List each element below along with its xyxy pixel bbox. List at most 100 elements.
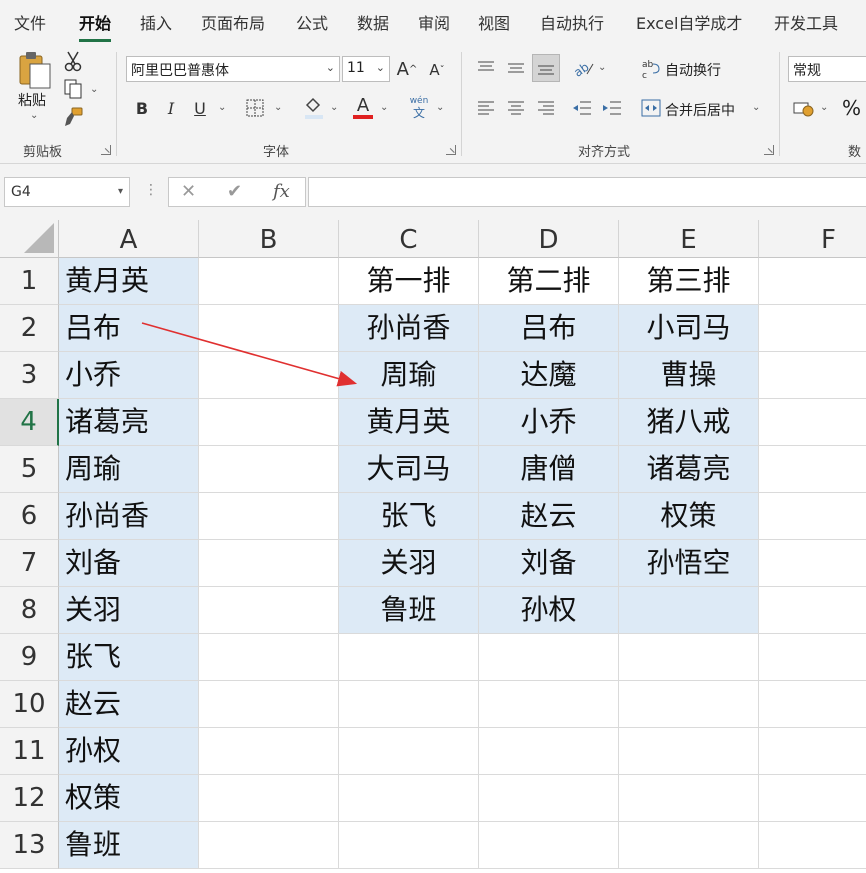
cell-c10[interactable] [339, 681, 479, 728]
cell-d7[interactable]: 刘备 [479, 540, 619, 587]
cell-f12[interactable] [759, 775, 866, 822]
merge-center-icon[interactable] [640, 96, 662, 120]
cell-e10[interactable] [619, 681, 759, 728]
cell-a5[interactable]: 周瑜 [59, 446, 199, 493]
cell-f5[interactable] [759, 446, 866, 493]
font-size-select[interactable]: 11 ⌄ [342, 56, 390, 82]
row-header-6[interactable]: 6 [0, 493, 59, 540]
row-header-5[interactable]: 5 [0, 446, 59, 493]
row-header-7[interactable]: 7 [0, 540, 59, 587]
paste-dropdown-icon[interactable]: ⌄ [30, 110, 38, 121]
align-right-icon[interactable] [534, 96, 558, 120]
cell-a2[interactable]: 吕布 [59, 305, 199, 352]
cell-b1[interactable] [199, 258, 339, 305]
cell-f6[interactable] [759, 493, 866, 540]
row-header-13[interactable]: 13 [0, 822, 59, 869]
cell-b2[interactable] [199, 305, 339, 352]
tab-insert[interactable]: 插入 [140, 10, 172, 34]
cell-a12[interactable]: 权策 [59, 775, 199, 822]
alignment-launcher-icon[interactable] [764, 145, 774, 155]
cell-b11[interactable] [199, 728, 339, 775]
cell-d5[interactable]: 唐僧 [479, 446, 619, 493]
copy-icon[interactable] [62, 78, 84, 100]
drag-handle-icon[interactable]: ⋮ [144, 182, 158, 198]
cell-f4[interactable] [759, 399, 866, 446]
cell-e9[interactable] [619, 634, 759, 681]
select-all-corner[interactable] [0, 220, 59, 258]
cell-c12[interactable] [339, 775, 479, 822]
cell-b13[interactable] [199, 822, 339, 869]
cell-d6[interactable]: 赵云 [479, 493, 619, 540]
increase-font-size-icon[interactable]: A ^ [396, 56, 418, 82]
font-name-select[interactable]: 阿里巴巴普惠体 ⌄ [126, 56, 340, 82]
cell-d12[interactable] [479, 775, 619, 822]
column-header-b[interactable]: B [199, 220, 339, 258]
cell-e8[interactable] [619, 587, 759, 634]
tab-view[interactable]: 视图 [478, 10, 510, 34]
clipboard-launcher-icon[interactable] [101, 145, 111, 155]
tab-developer[interactable]: 开发工具 [774, 10, 838, 34]
cell-b10[interactable] [199, 681, 339, 728]
cell-f1[interactable] [759, 258, 866, 305]
tab-automate[interactable]: 自动执行 [540, 10, 604, 34]
cell-c9[interactable] [339, 634, 479, 681]
cell-a11[interactable]: 孙权 [59, 728, 199, 775]
currency-format-icon[interactable] [792, 96, 816, 120]
row-header-9[interactable]: 9 [0, 634, 59, 681]
decrease-font-size-icon[interactable]: Aˇ [426, 58, 448, 82]
cell-d2[interactable]: 吕布 [479, 305, 619, 352]
paste-icon[interactable] [16, 50, 54, 90]
cell-d10[interactable] [479, 681, 619, 728]
row-header-8[interactable]: 8 [0, 587, 59, 634]
cell-a3[interactable]: 小乔 [59, 352, 199, 399]
cell-f13[interactable] [759, 822, 866, 869]
cell-b3[interactable] [199, 352, 339, 399]
cell-a4[interactable]: 诸葛亮 [59, 399, 199, 446]
cell-f3[interactable] [759, 352, 866, 399]
cell-d13[interactable] [479, 822, 619, 869]
cell-a1[interactable]: 黄月英 [59, 258, 199, 305]
align-bottom-icon[interactable] [532, 54, 560, 82]
formula-input[interactable] [308, 177, 866, 207]
insert-function-icon[interactable]: fx [273, 181, 290, 202]
cell-c1[interactable]: 第一排 [339, 258, 479, 305]
align-left-icon[interactable] [474, 96, 498, 120]
cell-e7[interactable]: 孙悟空 [619, 540, 759, 587]
underline-dropdown-icon[interactable]: ⌄ [218, 102, 226, 113]
column-header-c[interactable]: C [339, 220, 479, 258]
cell-e2[interactable]: 小司马 [619, 305, 759, 352]
cell-f10[interactable] [759, 681, 866, 728]
wrap-text-icon[interactable]: ab c [640, 56, 662, 82]
underline-button[interactable]: U [190, 96, 210, 120]
align-middle-icon[interactable] [504, 56, 528, 80]
column-header-f[interactable]: F [759, 220, 866, 258]
column-header-d[interactable]: D [479, 220, 619, 258]
font-color-dropdown-icon[interactable]: ⌄ [380, 102, 388, 113]
cell-d8[interactable]: 孙权 [479, 587, 619, 634]
fill-color-icon[interactable] [302, 94, 326, 122]
cell-d3[interactable]: 达魔 [479, 352, 619, 399]
cell-a6[interactable]: 孙尚香 [59, 493, 199, 540]
tab-review[interactable]: 审阅 [418, 10, 450, 34]
cell-f2[interactable] [759, 305, 866, 352]
cell-d9[interactable] [479, 634, 619, 681]
cell-b5[interactable] [199, 446, 339, 493]
fill-color-dropdown-icon[interactable]: ⌄ [330, 102, 338, 113]
cell-e1[interactable]: 第三排 [619, 258, 759, 305]
cell-c6[interactable]: 张飞 [339, 493, 479, 540]
row-header-11[interactable]: 11 [0, 728, 59, 775]
cancel-icon[interactable]: ✕ [181, 181, 196, 202]
paste-label[interactable]: 粘贴 [18, 90, 46, 110]
cell-b8[interactable] [199, 587, 339, 634]
confirm-icon[interactable]: ✔ [227, 181, 242, 202]
copy-dropdown-icon[interactable]: ⌄ [90, 84, 98, 95]
orientation-dropdown-icon[interactable]: ⌄ [598, 62, 606, 73]
cell-d1[interactable]: 第二排 [479, 258, 619, 305]
name-box[interactable]: G4 ▾ [4, 177, 130, 207]
percent-style-button[interactable]: % [842, 96, 861, 120]
increase-indent-icon[interactable] [600, 96, 624, 120]
cell-e11[interactable] [619, 728, 759, 775]
tab-page-layout[interactable]: 页面布局 [201, 10, 265, 34]
cell-e4[interactable]: 猪八戒 [619, 399, 759, 446]
cell-e6[interactable]: 权策 [619, 493, 759, 540]
